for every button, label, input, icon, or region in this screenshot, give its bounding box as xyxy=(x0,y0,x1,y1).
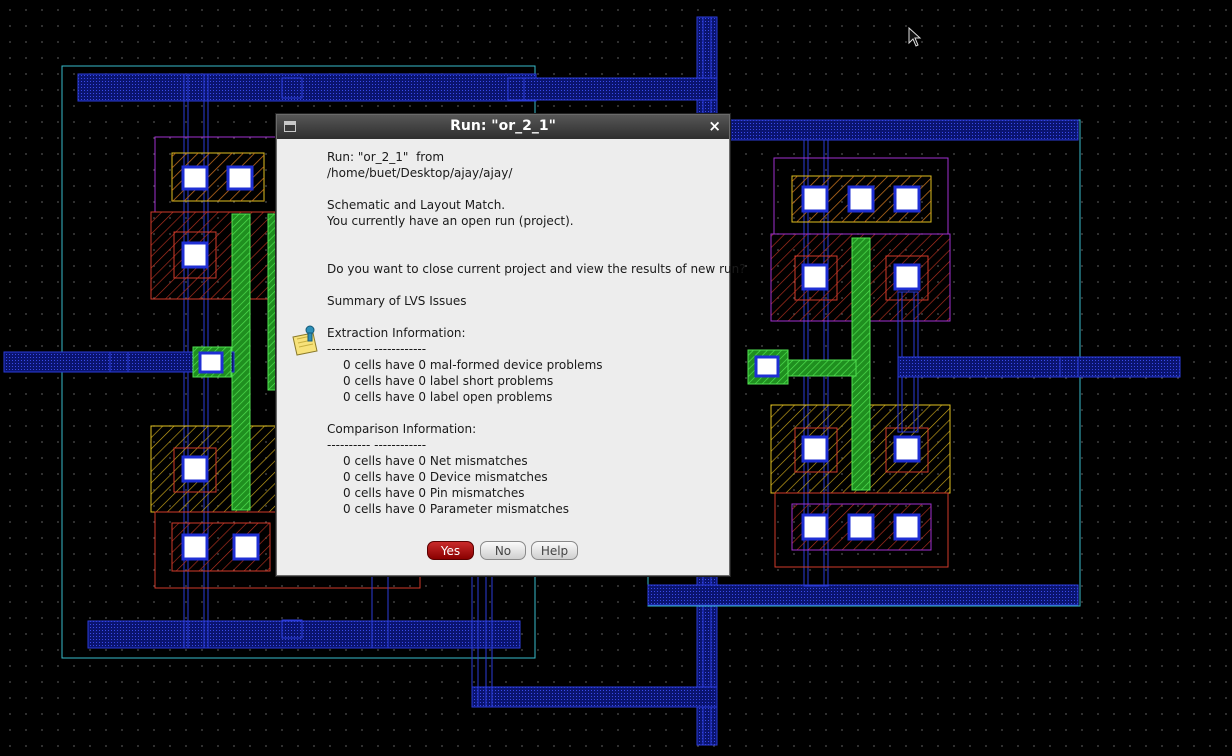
dialog-titlebar[interactable]: Run: "or_2_1" × xyxy=(277,115,729,139)
message-line: 0 cells have 0 label short problems xyxy=(343,374,554,388)
dialog-message: Run: "or_2_1" from /home/buet/Desktop/aj… xyxy=(327,149,746,517)
message-line xyxy=(327,277,722,293)
no-button[interactable]: No xyxy=(480,541,526,560)
message-line: Do you want to close current project and… xyxy=(327,262,746,276)
message-line: 0 cells have 0 Device mismatches xyxy=(343,470,548,484)
message-line: ---------- ------------ xyxy=(327,342,427,356)
lvs-results-dialog: Run: "or_2_1" × Run: "or_2_1" from /home… xyxy=(276,114,746,576)
message-line xyxy=(327,405,722,421)
message-line: ---------- ------------ xyxy=(327,438,427,452)
message-line: Schematic and Layout Match. xyxy=(327,198,506,212)
message-line xyxy=(327,245,722,261)
message-line: Run: "or_2_1" from xyxy=(327,150,445,164)
dialog-buttons: Yes No Help xyxy=(427,541,578,561)
message-line: Comparison Information: xyxy=(327,422,477,436)
message-line: 0 cells have 0 Parameter mismatches xyxy=(343,502,569,516)
message-line: You currently have an open run (project)… xyxy=(327,214,574,228)
message-line xyxy=(327,309,722,325)
message-line: 0 cells have 0 mal-formed device problem… xyxy=(343,358,603,372)
message-line: Summary of LVS Issues xyxy=(327,294,467,308)
yes-button[interactable]: Yes xyxy=(427,541,474,560)
note-info-icon xyxy=(292,325,318,356)
mouse-pointer-icon xyxy=(908,27,922,47)
close-icon[interactable]: × xyxy=(708,117,721,135)
message-line: Extraction Information: xyxy=(327,326,466,340)
message-line xyxy=(327,181,722,197)
message-line: /home/buet/Desktop/ajay/ajay/ xyxy=(327,166,513,180)
message-line xyxy=(327,229,722,245)
help-button[interactable]: Help xyxy=(531,541,578,560)
message-line: 0 cells have 0 label open problems xyxy=(343,390,553,404)
message-line: 0 cells have 0 Pin mismatches xyxy=(343,486,525,500)
message-line: 0 cells have 0 Net mismatches xyxy=(343,454,528,468)
dialog-title: Run: "or_2_1" xyxy=(450,118,556,134)
